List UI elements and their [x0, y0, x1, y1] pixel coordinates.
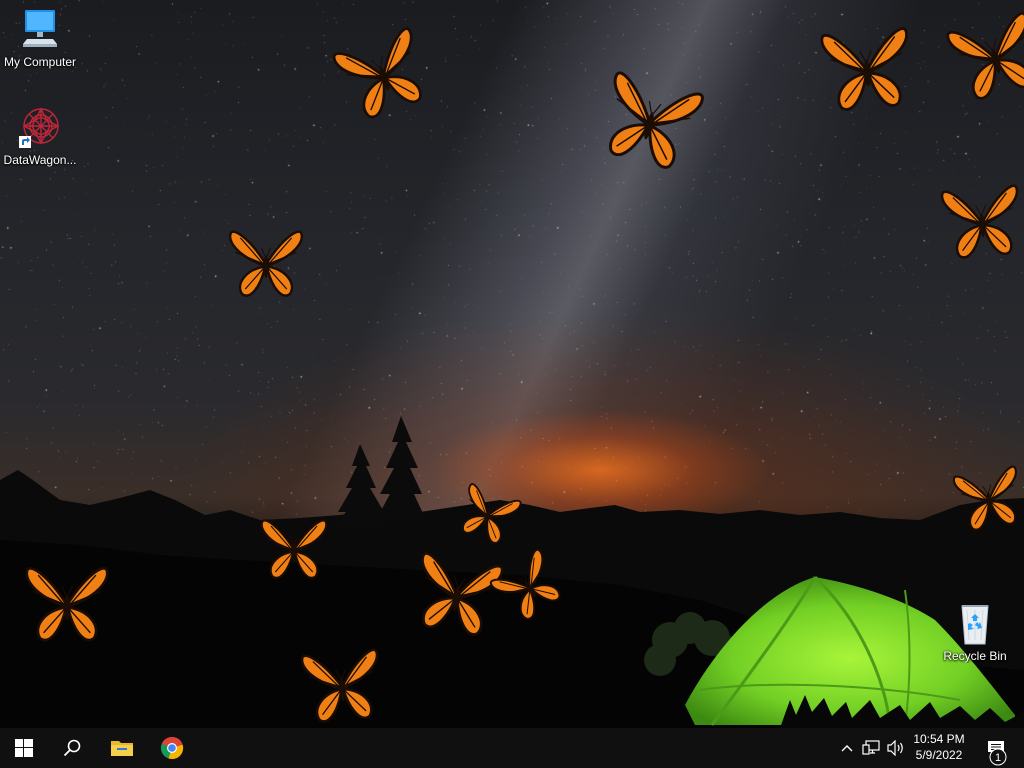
butterfly: [290, 644, 394, 728]
computer-icon: [23, 10, 57, 47]
network-icon: [862, 740, 880, 755]
butterfly: [22, 548, 112, 665]
butterfly: [258, 490, 330, 613]
butterfly: [946, 10, 1024, 110]
search-icon: [63, 739, 81, 757]
folder-icon: [111, 741, 133, 756]
clock-time: 10:54 PM: [913, 732, 965, 746]
taskbar: 10:54 PM 5/9/2022: [0, 728, 1024, 768]
search-button[interactable]: [48, 728, 96, 768]
butterfly: [489, 548, 566, 625]
volume-button[interactable]: [884, 728, 908, 768]
recycle-bin-icon: [961, 605, 989, 645]
desktop-icon-my-computer[interactable]: My Computer: [0, 8, 80, 69]
network-button[interactable]: [859, 728, 883, 768]
start-button[interactable]: [0, 728, 48, 768]
desktop-icon-datawagon[interactable]: DataWagon...: [0, 104, 80, 167]
chrome-icon: [160, 736, 184, 760]
volume-icon: [887, 740, 903, 756]
desktop-wallpaper[interactable]: My Computer DataWagon... Recycle Bin: [0, 0, 1024, 728]
desktop-icon-label: My Computer: [3, 55, 77, 69]
chrome-button[interactable]: [148, 728, 196, 768]
datawagon-shortcut-icon: [19, 107, 60, 148]
show-hidden-icons-button[interactable]: [836, 728, 858, 768]
butterfly: [226, 216, 306, 316]
desktop-icon-label: Recycle Bin: [943, 649, 1007, 663]
butterfly: [812, 22, 922, 122]
butterfly: [412, 540, 504, 655]
butterfly: [332, 20, 428, 135]
butterfly: [940, 176, 1024, 273]
windows-logo-icon: [15, 739, 33, 757]
chevron-up-icon: [841, 745, 853, 752]
file-explorer-button[interactable]: [98, 728, 146, 768]
notification-count: 1: [995, 752, 1001, 764]
notification-count-badge: 1: [989, 748, 1007, 766]
clock-date: 5/9/2022: [915, 748, 963, 762]
butterfly: [600, 71, 704, 177]
butterfly: [944, 464, 1024, 539]
desktop-icon-recycle-bin[interactable]: Recycle Bin: [935, 600, 1015, 663]
desktop-icon-label: DataWagon...: [3, 153, 77, 167]
clock[interactable]: 10:54 PM 5/9/2022: [910, 731, 968, 765]
